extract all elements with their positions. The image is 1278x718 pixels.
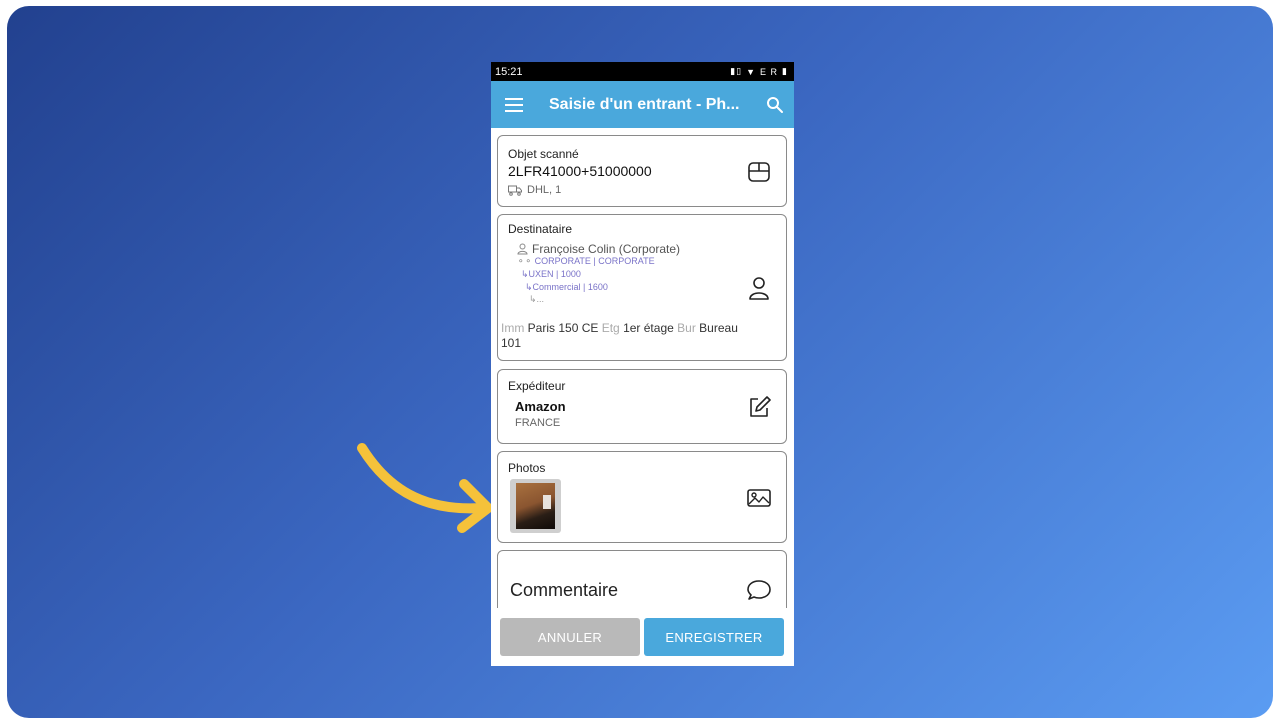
user-small-icon	[517, 243, 528, 255]
image-icon[interactable]	[746, 485, 772, 511]
action-footer: ANNULER ENREGISTRER	[491, 608, 794, 666]
form-content: Objet scanné 2LFR41000+51000000 DHL, 1 D…	[491, 128, 794, 608]
edit-icon[interactable]	[746, 394, 772, 420]
org-line-2: ↳UXEN | 1000	[521, 269, 581, 279]
status-bar: 15:21 ▮▯ ▼ E R ▮	[491, 62, 794, 81]
recipient-name: Françoise Colin (Corporate)	[532, 242, 681, 256]
phone-screen: 15:21 ▮▯ ▼ E R ▮ Saisie d'un entrant - P…	[491, 62, 794, 666]
status-icons: ▮▯ ▼ E R ▮	[730, 66, 788, 77]
scanned-code: 2LFR41000+51000000	[508, 163, 652, 179]
cancel-button[interactable]: ANNULER	[500, 618, 640, 656]
sender-country: FRANCE	[515, 417, 561, 429]
sender-name: Amazon	[515, 399, 566, 414]
org-line-4: ↳...	[529, 294, 545, 304]
box-icon	[748, 162, 770, 182]
carrier-text: DHL, 1	[527, 184, 562, 196]
network-text: E R	[760, 66, 779, 77]
scanned-object-card[interactable]: Objet scanné 2LFR41000+51000000 DHL, 1	[497, 135, 787, 207]
battery-icon: ▮	[782, 66, 788, 76]
status-time: 15:21	[495, 65, 523, 78]
photos-card[interactable]: Photos	[497, 451, 787, 543]
org-icon: ⚬⚬	[517, 256, 535, 266]
wifi-icon: ▼	[746, 66, 757, 77]
photo-image	[516, 483, 555, 529]
carrier-row: DHL, 1	[508, 184, 561, 196]
sender-card[interactable]: Expéditeur Amazon FRANCE	[497, 369, 787, 444]
recipient-person: Françoise Colin (Corporate)	[517, 242, 680, 256]
background-panel: 15:21 ▮▯ ▼ E R ▮ Saisie d'un entrant - P…	[7, 6, 1273, 718]
sender-label: Expéditeur	[508, 379, 566, 393]
org-line-1: ⚬⚬ CORPORATE | CORPORATE	[517, 256, 655, 266]
user-icon	[749, 277, 769, 300]
comment-icon[interactable]	[746, 577, 772, 603]
photo-thumbnail[interactable]	[510, 479, 561, 533]
menu-icon[interactable]	[505, 97, 523, 112]
scanned-label: Objet scanné	[508, 147, 579, 161]
photos-label: Photos	[508, 461, 546, 475]
recipient-label: Destinataire	[508, 222, 573, 236]
app-bar: Saisie d'un entrant - Ph...	[491, 81, 794, 128]
signal-icon: ▮▯	[730, 66, 743, 76]
org-line-3: ↳Commercial | 1600	[525, 282, 608, 292]
comment-card[interactable]: Commentaire	[497, 550, 787, 608]
search-icon[interactable]	[766, 96, 784, 114]
save-button[interactable]: ENREGISTRER	[644, 618, 784, 656]
yellow-arrow-icon	[357, 443, 493, 533]
recipient-card[interactable]: Destinataire Françoise Colin (Corporate)…	[497, 214, 787, 361]
truck-icon	[508, 185, 522, 196]
recipient-location: Imm Paris 150 CE Etg 1er étage Bur Burea…	[501, 321, 738, 350]
page-title: Saisie d'un entrant - Ph...	[549, 95, 740, 113]
comment-label: Commentaire	[510, 580, 619, 600]
